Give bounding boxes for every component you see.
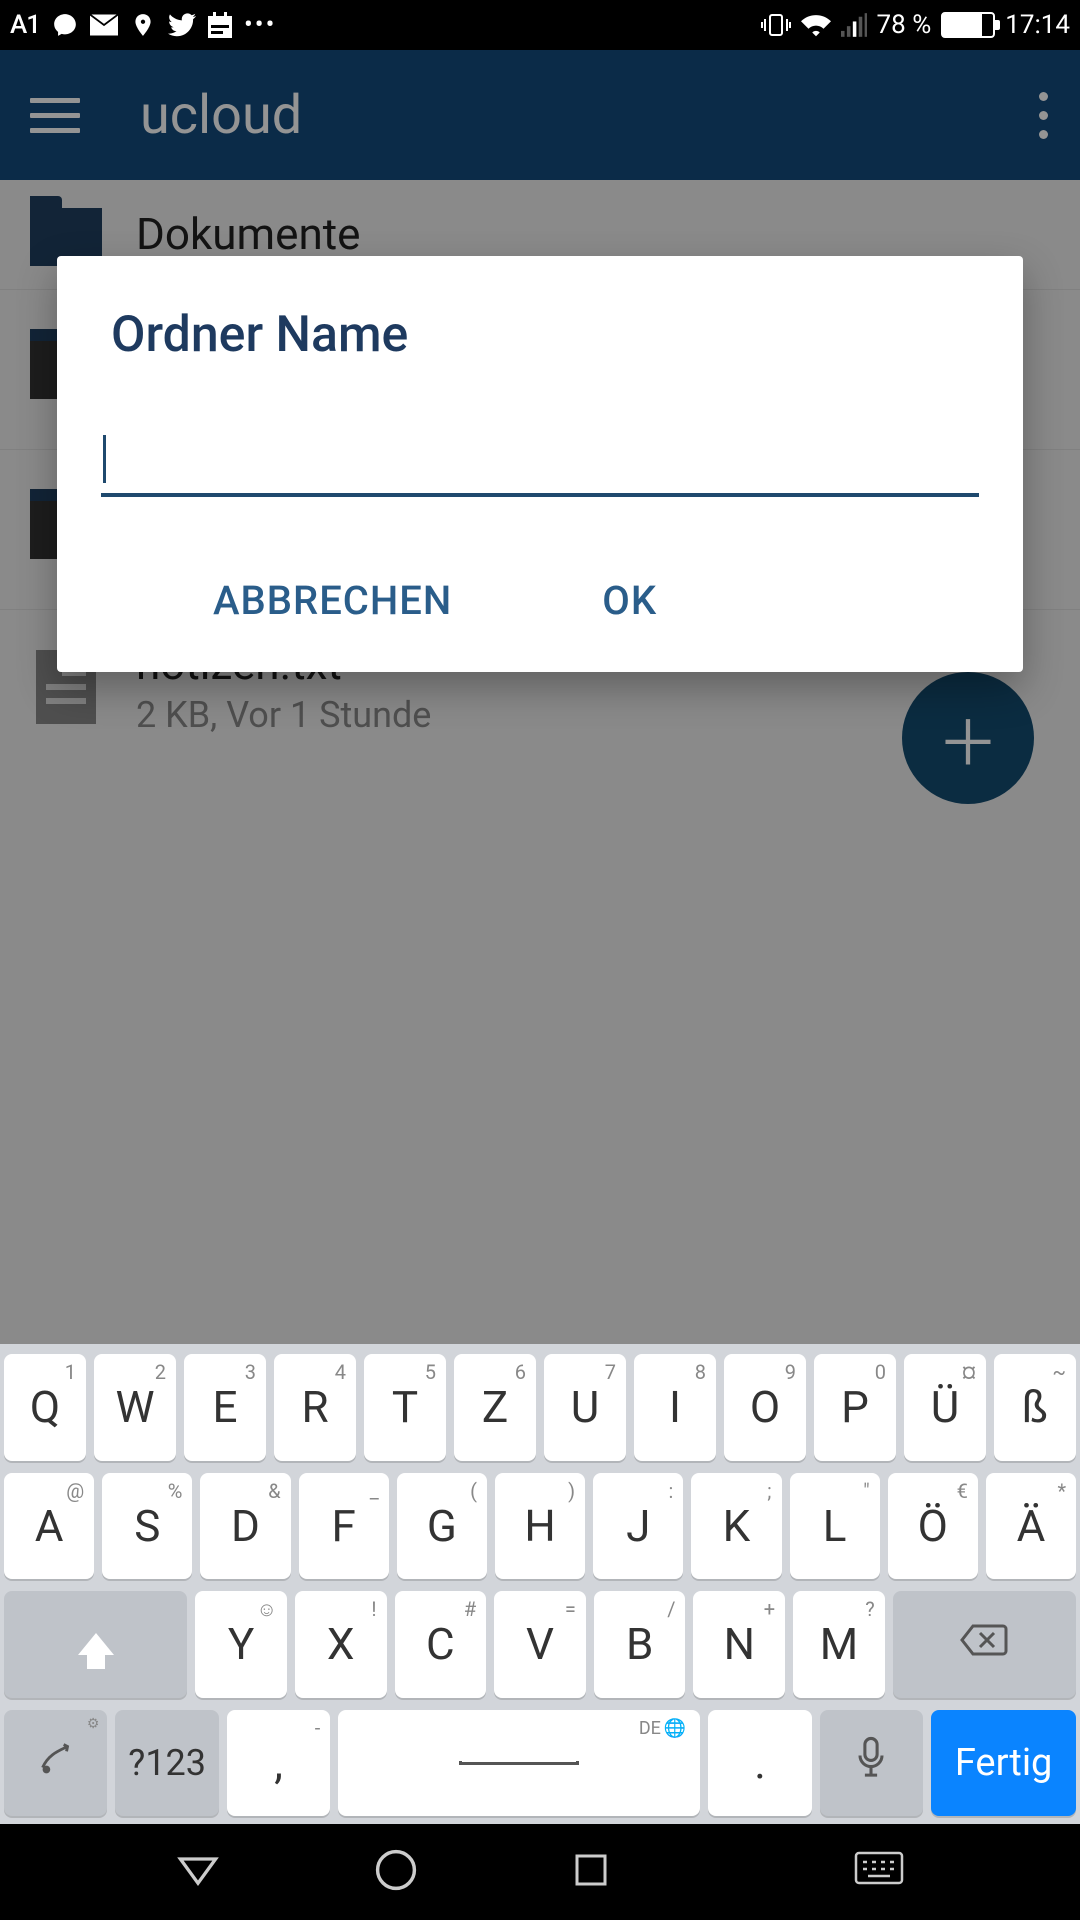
shift-key[interactable]: [4, 1591, 187, 1698]
gear-icon: ⚙: [87, 1716, 100, 1732]
key-d[interactable]: &D: [200, 1473, 290, 1580]
signal-icon: [841, 13, 867, 37]
clock-label: 17:14: [1005, 10, 1070, 40]
key-j[interactable]: :J: [593, 1473, 683, 1580]
swipe-input-key[interactable]: ⚙: [4, 1710, 107, 1817]
new-folder-dialog: Ordner Name ABBRECHEN OK: [57, 256, 1023, 672]
key-z[interactable]: 6Z: [454, 1354, 536, 1461]
key-p[interactable]: 0P: [814, 1354, 896, 1461]
key-q[interactable]: 1Q: [4, 1354, 86, 1461]
voice-input-key[interactable]: [820, 1710, 923, 1817]
key-k[interactable]: ;K: [691, 1473, 781, 1580]
soft-keyboard: 1Q2W3E4R5T6Z7U8I9O0P¤Ü~ß @A%S&D_F(G)H:J;…: [0, 1344, 1080, 1824]
statusbar-right: 78 % 17:14: [761, 10, 1070, 40]
spacebar-icon: [459, 1761, 579, 1765]
key-g[interactable]: (G: [397, 1473, 487, 1580]
keyboard-toggle-button[interactable]: [854, 1851, 904, 1893]
more-notifications-icon: •••: [244, 10, 276, 40]
swipe-icon: [33, 1735, 79, 1791]
key-v[interactable]: =V: [494, 1591, 586, 1698]
key-f[interactable]: _F: [299, 1473, 389, 1580]
key-ö[interactable]: €Ö: [888, 1473, 978, 1580]
messenger-icon: [52, 12, 78, 38]
key-ä[interactable]: *Ä: [986, 1473, 1076, 1580]
scrim[interactable]: [0, 50, 1080, 1344]
key-r[interactable]: 4R: [274, 1354, 356, 1461]
key-a[interactable]: @A: [4, 1473, 94, 1580]
back-button[interactable]: [176, 1848, 220, 1896]
battery-percent: 78 %: [877, 10, 932, 40]
statusbar: A1 ••• 78 % 17:14: [0, 0, 1080, 50]
vibrate-icon: [761, 12, 791, 38]
backspace-icon: [959, 1621, 1009, 1668]
home-button[interactable]: [373, 1847, 419, 1897]
calendar-icon: [208, 12, 232, 38]
symbols-key[interactable]: ?123: [115, 1710, 218, 1817]
key-s[interactable]: %S: [102, 1473, 192, 1580]
key-u[interactable]: 7U: [544, 1354, 626, 1461]
comma-key[interactable]: - ,: [227, 1710, 330, 1817]
key-c[interactable]: #C: [395, 1591, 487, 1698]
carrier-label: A1: [10, 10, 40, 40]
mail-icon: [90, 14, 118, 36]
key-o[interactable]: 9O: [724, 1354, 806, 1461]
twitter-icon: [168, 13, 196, 37]
key-m[interactable]: ?M: [793, 1591, 885, 1698]
statusbar-left: A1 •••: [10, 10, 276, 40]
enter-key[interactable]: Fertig: [931, 1710, 1076, 1817]
key-l[interactable]: "L: [790, 1473, 880, 1580]
period-key[interactable]: .: [708, 1710, 811, 1817]
shift-icon: [78, 1633, 114, 1655]
key-n[interactable]: +N: [693, 1591, 785, 1698]
key-w[interactable]: 2W: [94, 1354, 176, 1461]
folder-name-input[interactable]: [101, 414, 979, 497]
language-indicator: DE 🌐: [639, 1718, 686, 1739]
recents-button[interactable]: [571, 1850, 611, 1894]
navigation-bar: [0, 1824, 1080, 1920]
cancel-button[interactable]: ABBRECHEN: [213, 577, 452, 624]
dialog-title: Ordner Name: [57, 306, 1023, 364]
key-b[interactable]: /B: [594, 1591, 686, 1698]
map-pin-icon: [130, 12, 156, 38]
battery-icon: [941, 12, 995, 38]
key-t[interactable]: 5T: [364, 1354, 446, 1461]
wifi-icon: [801, 13, 831, 37]
key-i[interactable]: 8I: [634, 1354, 716, 1461]
key-y[interactable]: ☺Y: [195, 1591, 287, 1698]
key-ß[interactable]: ~ß: [994, 1354, 1076, 1461]
key-ü[interactable]: ¤Ü: [904, 1354, 986, 1461]
ok-button[interactable]: OK: [602, 577, 657, 624]
key-x[interactable]: !X: [295, 1591, 387, 1698]
microphone-icon: [856, 1736, 886, 1790]
key-e[interactable]: 3E: [184, 1354, 266, 1461]
key-h[interactable]: )H: [495, 1473, 585, 1580]
backspace-key[interactable]: [893, 1591, 1076, 1698]
space-key[interactable]: DE 🌐: [338, 1710, 700, 1817]
